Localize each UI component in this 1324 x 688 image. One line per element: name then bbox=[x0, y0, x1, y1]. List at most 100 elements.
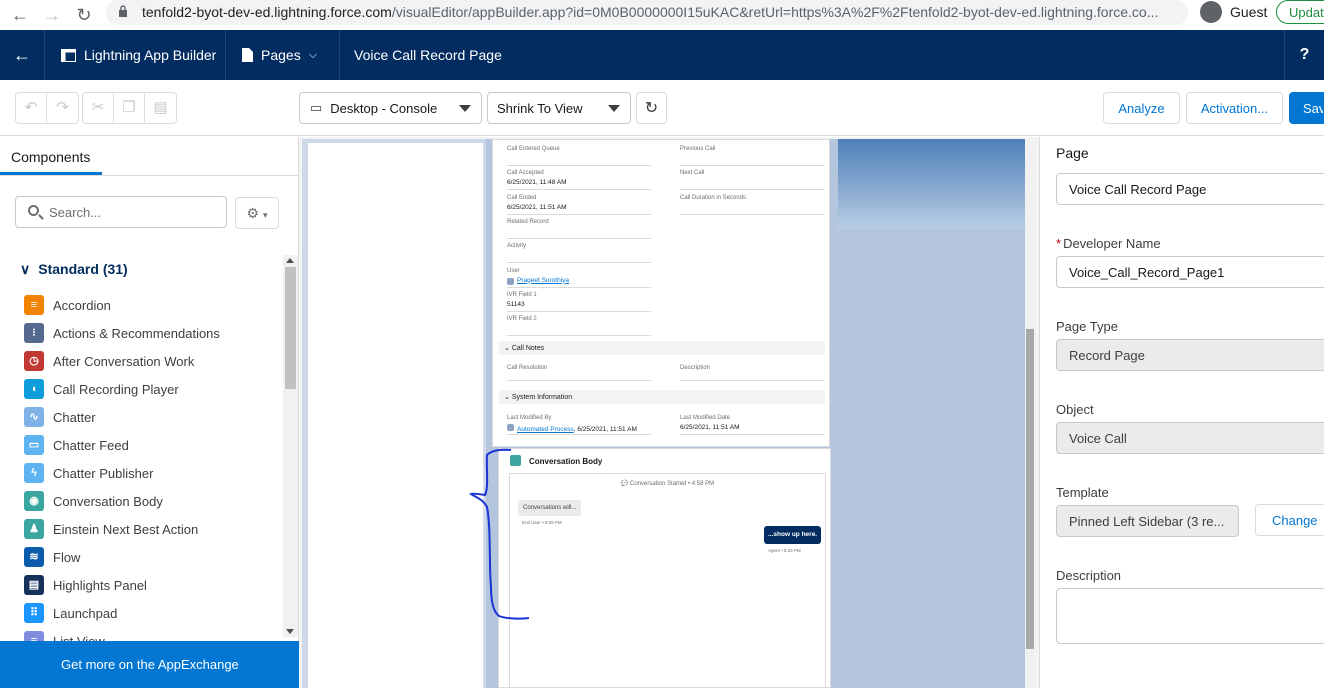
component-label: Accordion bbox=[53, 297, 111, 313]
description-field[interactable] bbox=[1056, 588, 1324, 644]
chevron-down-icon: ∨ bbox=[20, 261, 31, 277]
undo-icon[interactable]: ↶ bbox=[16, 93, 47, 123]
appexchange-link[interactable]: Get more on the AppExchange bbox=[0, 641, 299, 688]
copy-icon[interactable]: ❐ bbox=[114, 93, 145, 123]
browser-back-icon[interactable]: ← bbox=[8, 3, 32, 27]
standard-section-toggle[interactable]: ∨ Standard (31) bbox=[20, 261, 128, 278]
component-item[interactable]: ≋ Flow bbox=[24, 547, 80, 567]
object-field: Voice Call bbox=[1056, 422, 1324, 454]
app-builder-header: ← Lightning App Builder Pages ⌵ Voice Ca… bbox=[0, 30, 1324, 80]
developer-name-label: * Developer Name bbox=[1056, 236, 1161, 251]
device-select[interactable]: ▭ Desktop - Console bbox=[299, 92, 482, 124]
component-item[interactable]: ◷ After Conversation Work bbox=[24, 351, 194, 371]
builder-toolbar: ↶ ↷ ✂ ❐ ▤ ▭ Desktop - Console Shrink To … bbox=[0, 80, 1324, 136]
caret-down-icon bbox=[608, 105, 620, 112]
analyze-button[interactable]: Analyze bbox=[1103, 92, 1180, 124]
page-canvas: Call Entered Queue Previous Call Call Acce… bbox=[299, 137, 1039, 688]
scroll-up-icon[interactable] bbox=[286, 258, 294, 263]
component-label: Highlights Panel bbox=[53, 577, 147, 593]
component-item[interactable]: ♟ Einstein Next Best Action bbox=[24, 519, 198, 539]
back-arrow-icon[interactable]: ← bbox=[0, 30, 45, 80]
profile-label: Guest bbox=[1230, 4, 1268, 20]
search-icon bbox=[28, 205, 39, 216]
divider bbox=[0, 175, 299, 176]
caret-down-icon bbox=[459, 105, 471, 112]
component-icon: ∿ bbox=[24, 407, 44, 427]
component-icon: ▭ bbox=[24, 435, 44, 455]
change-template-button[interactable]: Change bbox=[1255, 504, 1324, 536]
component-item[interactable]: ⁝ Actions & Recommendations bbox=[24, 323, 220, 343]
redo-icon[interactable]: ↷ bbox=[47, 93, 78, 123]
component-label: Chatter Feed bbox=[53, 437, 129, 453]
component-item[interactable]: ≡ Accordion bbox=[24, 295, 111, 315]
component-label: Call Recording Player bbox=[53, 381, 179, 397]
update-button[interactable]: Update bbox=[1276, 0, 1324, 24]
component-label: List View bbox=[53, 633, 105, 642]
refresh-icon: ↻ bbox=[644, 100, 659, 117]
save-button[interactable]: Save bbox=[1289, 92, 1324, 124]
caret-down-icon: ▾ bbox=[262, 210, 268, 220]
template-field: Pinned Left Sidebar (3 re... bbox=[1056, 505, 1239, 537]
page-title: Voice Call Record Page bbox=[354, 47, 502, 63]
chevron-down-icon: ⌵ bbox=[308, 48, 318, 61]
component-icon: ≡ bbox=[24, 631, 44, 641]
browser-toolbar: ← → ↻ tenfold2-byot-dev-ed.lightning.for… bbox=[0, 0, 1324, 30]
clipboard-group: ✂ ❐ ▤ bbox=[82, 92, 177, 124]
desktop-icon: ▭ bbox=[310, 100, 323, 115]
component-label: Actions & Recommendations bbox=[53, 325, 220, 341]
gear-icon: ⚙ bbox=[246, 205, 260, 221]
component-list-scrollbar[interactable] bbox=[283, 255, 298, 637]
zoom-select[interactable]: Shrink To View bbox=[487, 92, 631, 124]
component-icon: ⠿ bbox=[24, 603, 44, 623]
component-item[interactable]: ▤ Highlights Panel bbox=[24, 575, 147, 595]
component-item[interactable]: ◖ Call Recording Player bbox=[24, 379, 179, 399]
description-label: Description bbox=[1056, 568, 1122, 583]
refresh-button[interactable]: ↻ bbox=[636, 92, 667, 124]
search-placeholder: Search... bbox=[49, 205, 102, 220]
app-builder-icon bbox=[61, 48, 76, 62]
scroll-down-icon[interactable] bbox=[286, 629, 294, 634]
component-item[interactable]: ◉ Conversation Body bbox=[24, 491, 163, 511]
address-bar[interactable]: tenfold2-byot-dev-ed.lightning.force.com… bbox=[106, 0, 1188, 25]
component-icon: ♟ bbox=[24, 519, 44, 539]
cut-icon[interactable]: ✂ bbox=[83, 93, 114, 123]
component-item[interactable]: ⠿ Launchpad bbox=[24, 603, 117, 623]
page-type-label: Page Type bbox=[1056, 319, 1118, 334]
properties-panel: Page Voice Call Record Page * Developer N… bbox=[1039, 137, 1324, 688]
browser-reload-icon[interactable]: ↻ bbox=[72, 3, 96, 27]
component-item[interactable]: ϟ Chatter Publisher bbox=[24, 463, 153, 483]
component-icon: ◉ bbox=[24, 491, 44, 511]
avatar-icon bbox=[1200, 1, 1222, 23]
component-label: Launchpad bbox=[53, 605, 118, 621]
component-label: Flow bbox=[53, 549, 81, 565]
component-icon: ϟ bbox=[24, 463, 44, 483]
component-label: Chatter bbox=[53, 409, 96, 425]
developer-name-field[interactable]: Voice_Call_Record_Page1 bbox=[1056, 256, 1324, 288]
label-field[interactable]: Voice Call Record Page bbox=[1056, 173, 1324, 205]
object-label: Object bbox=[1056, 402, 1094, 417]
settings-menu-button[interactable]: ⚙ ▾ bbox=[235, 197, 279, 229]
paste-icon[interactable]: ▤ bbox=[145, 93, 176, 123]
component-label: Conversation Body bbox=[53, 493, 163, 509]
properties-header: Page bbox=[1056, 145, 1089, 161]
component-label: After Conversation Work bbox=[53, 353, 195, 369]
tab-components[interactable]: Components bbox=[11, 149, 90, 165]
components-panel: Components Search... ⚙ ▾ ∨ Standard (31) … bbox=[0, 137, 299, 688]
help-icon[interactable]: ? bbox=[1284, 30, 1324, 80]
page-icon bbox=[242, 48, 253, 62]
component-label: Einstein Next Best Action bbox=[53, 521, 199, 537]
component-item[interactable]: ▭ Chatter Feed bbox=[24, 435, 129, 455]
browser-forward-icon[interactable]: → bbox=[40, 3, 64, 27]
component-icon: ▤ bbox=[24, 575, 44, 595]
lock-icon bbox=[119, 5, 127, 17]
component-list: ≡ Accordion ⁝ Actions & Recommendations ◷ Aft… bbox=[0, 291, 282, 641]
component-icon: ≋ bbox=[24, 547, 44, 567]
component-icon: ◖ bbox=[24, 379, 44, 399]
component-search-input[interactable]: Search... bbox=[15, 196, 227, 228]
scroll-thumb[interactable] bbox=[285, 267, 296, 389]
component-item[interactable]: ≡ List View bbox=[24, 631, 105, 641]
component-item[interactable]: ∿ Chatter bbox=[24, 407, 96, 427]
app-builder-title: Lightning App Builder bbox=[45, 30, 226, 80]
pages-menu[interactable]: Pages ⌵ bbox=[226, 30, 340, 80]
activation-button[interactable]: Activation... bbox=[1186, 92, 1283, 124]
